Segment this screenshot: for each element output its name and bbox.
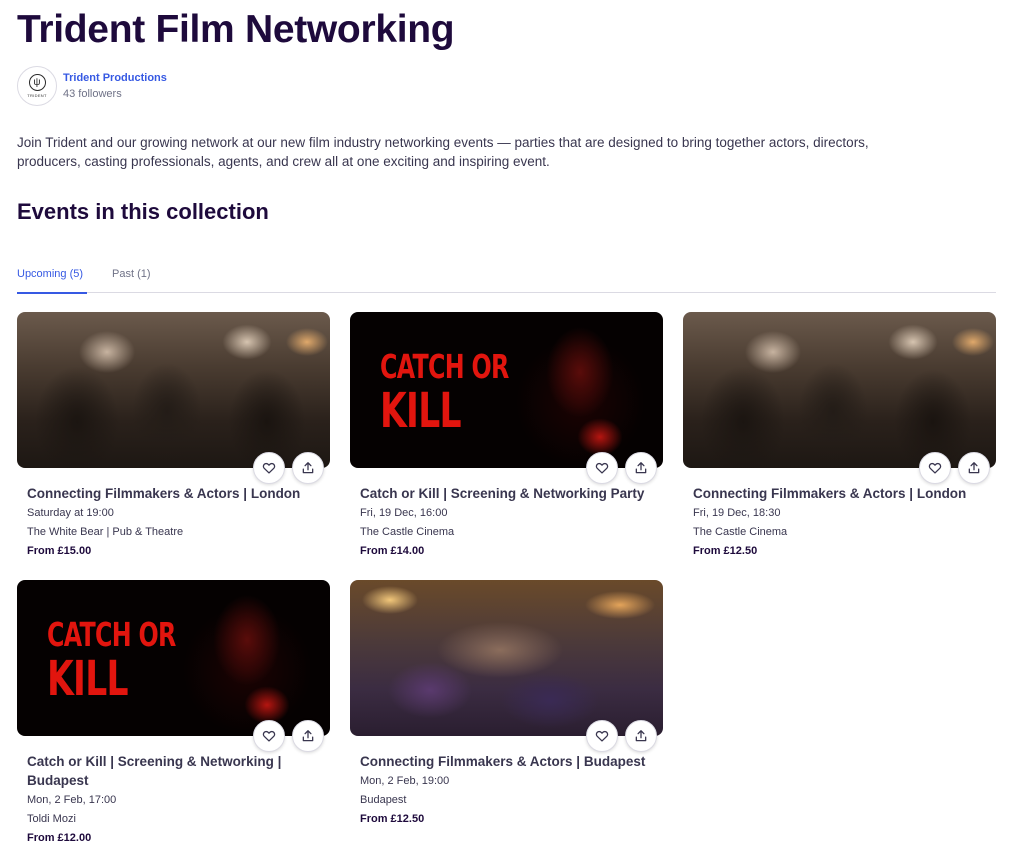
event-price: From £15.00 (27, 545, 92, 557)
share-button[interactable] (625, 452, 657, 484)
event-tabs: Upcoming (5) Past (1) (17, 265, 996, 294)
event-venue: Budapest (360, 794, 407, 806)
collection-description: Join Trident and our growing network at … (17, 135, 869, 169)
poster-title-line: CATCH OR (380, 347, 509, 386)
event-title[interactable]: Catch or Kill | Screening & Networking P… (360, 484, 653, 503)
event-title[interactable]: Connecting Filmmakers & Actors | Budapes… (360, 752, 653, 771)
event-price: From £14.00 (360, 545, 425, 557)
event-title[interactable]: Connecting Filmmakers & Actors | London (27, 484, 320, 503)
share-icon (635, 730, 647, 742)
event-card[interactable]: Connecting Filmmakers & Actors | London … (17, 312, 330, 558)
poster-title-line: KILL (47, 651, 129, 707)
organizer-name-link[interactable]: Trident Productions (63, 71, 167, 85)
section-title: Events in this collection (17, 199, 269, 224)
poster-title-line: CATCH OR (47, 615, 176, 654)
event-price: From £12.00 (27, 832, 92, 844)
heart-icon (595, 730, 609, 742)
heart-icon (262, 462, 276, 474)
share-icon (302, 462, 314, 474)
event-venue: The Castle Cinema (693, 526, 788, 538)
event-card[interactable]: CATCH OR KILL Catch or Kill | Screening … (17, 580, 330, 845)
event-title[interactable]: Catch or Kill | Screening & Networking |… (27, 752, 320, 790)
page-title: Trident Film Networking (17, 8, 455, 51)
event-date: Mon, 2 Feb, 19:00 (360, 775, 450, 787)
event-image[interactable]: CATCH OR KILL (17, 580, 330, 736)
share-button[interactable] (292, 452, 324, 484)
event-image[interactable] (17, 312, 330, 468)
heart-icon (595, 462, 609, 474)
share-icon (635, 462, 647, 474)
share-button[interactable] (625, 720, 657, 752)
share-icon (968, 462, 980, 474)
event-venue: The White Bear | Pub & Theatre (27, 526, 184, 538)
event-date: Fri, 19 Dec, 18:30 (693, 507, 781, 519)
like-button[interactable] (253, 452, 285, 484)
heart-icon (262, 730, 276, 742)
poster-title-line: KILL (380, 383, 462, 439)
trident-logo-icon: ψ (28, 74, 46, 91)
organizer-logo-text: TRIDENT (27, 93, 47, 98)
event-image[interactable] (350, 580, 663, 736)
event-title[interactable]: Connecting Filmmakers & Actors | London (693, 484, 986, 503)
poster-title: CATCH OR KILL (47, 615, 176, 707)
event-venue: The Castle Cinema (360, 526, 455, 538)
event-image[interactable]: CATCH OR KILL (350, 312, 663, 468)
tab-upcoming[interactable]: Upcoming (5) (17, 268, 87, 294)
event-price: From £12.50 (693, 545, 758, 557)
organizer: ψ TRIDENT Trident Productions 43 followe… (17, 66, 167, 106)
poster-title: CATCH OR KILL (380, 347, 509, 439)
share-icon (302, 730, 314, 742)
event-card[interactable]: CATCH OR KILL Catch or Kill | Screening … (350, 312, 663, 558)
like-button[interactable] (253, 720, 285, 752)
share-button[interactable] (292, 720, 324, 752)
event-image[interactable] (683, 312, 996, 468)
event-price: From £12.50 (360, 813, 425, 825)
event-venue: Toldi Mozi (27, 813, 76, 825)
page: Trident Film Networking ψ TRIDENT Triden… (0, 0, 1013, 864)
tab-past[interactable]: Past (1) (112, 268, 151, 293)
event-date: Mon, 2 Feb, 17:00 (27, 794, 117, 806)
event-card[interactable]: Connecting Filmmakers & Actors | Budapes… (350, 580, 663, 826)
like-button[interactable] (586, 720, 618, 752)
like-button[interactable] (919, 452, 951, 484)
share-button[interactable] (958, 452, 990, 484)
heart-icon (928, 462, 942, 474)
event-date: Fri, 19 Dec, 16:00 (360, 507, 448, 519)
event-card[interactable]: Connecting Filmmakers & Actors | London … (683, 312, 996, 558)
like-button[interactable] (586, 452, 618, 484)
organizer-avatar[interactable]: ψ TRIDENT (17, 66, 57, 106)
organizer-followers: 43 followers (63, 88, 122, 100)
event-date: Saturday at 19:00 (27, 507, 114, 519)
